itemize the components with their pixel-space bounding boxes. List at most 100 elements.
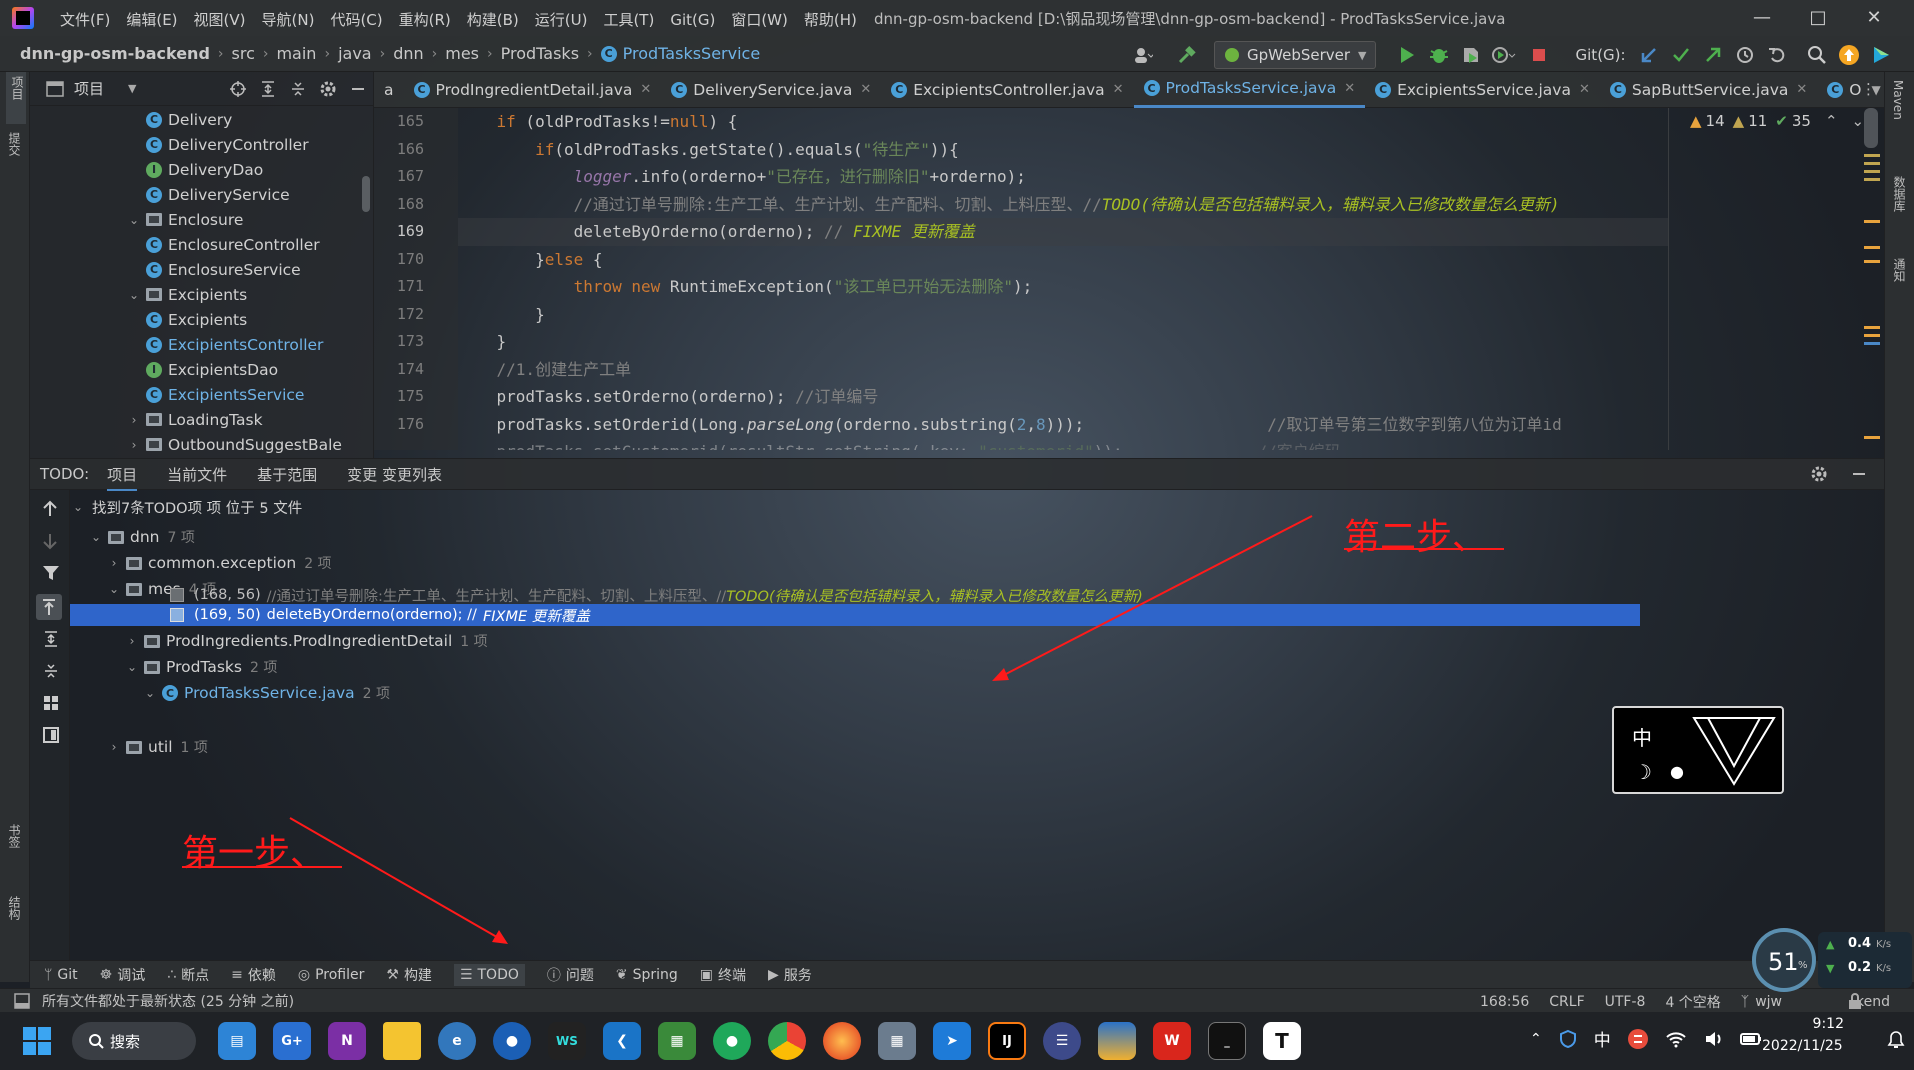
tool-window-终端[interactable]: ▣ 终端 <box>700 965 746 985</box>
tool-window-label: 断点 <box>181 967 210 984</box>
problems-icon: ⓘ <box>546 967 561 984</box>
chevron-up-icon[interactable]: ⌃ <box>1530 1031 1542 1047</box>
git-branch-name: wjw <box>1755 994 1782 1010</box>
network-speed-gauge[interactable]: 51 % ▲ 0.4 K/s ▼ 0.2 K/s <box>1752 928 1912 992</box>
intellij-taskbar-icon[interactable]: IJ <box>988 1022 1026 1060</box>
tool-window-label: 构建 <box>403 967 432 984</box>
cpu-gauge: 51 % <box>1752 928 1816 992</box>
volume-icon[interactable] <box>1703 1029 1723 1049</box>
tool-window-label: Git <box>57 966 78 983</box>
speed-box: ▲ 0.4 K/s ▼ 0.2 K/s <box>1818 932 1912 988</box>
file-explorer-icon[interactable] <box>383 1022 421 1060</box>
taskbar-clock[interactable]: 9:12 <box>1784 1016 1844 1032</box>
todo-list-icon: ☰ <box>459 966 473 983</box>
eclipse-icon[interactable]: ☰ <box>1043 1022 1081 1060</box>
tool-window-todo[interactable]: ☰ TODO <box>453 963 525 986</box>
taskbar-search-label: 搜索 <box>110 1032 141 1051</box>
wps-icon[interactable]: W <box>1153 1022 1191 1060</box>
tool-window-label: Profiler <box>315 966 365 983</box>
tool-window-label: 服务 <box>783 967 812 984</box>
services-icon: ▶ <box>768 966 779 983</box>
status-bar: 所有文件都处于最新状态 (25 分钟 之前) 168:56 CRLF UTF-8… <box>0 988 1914 1012</box>
ime-status-panel[interactable]: 中 ☽ ● <box>1612 706 1784 794</box>
tool-window-spring[interactable]: ❦ Spring <box>616 967 678 983</box>
moon-icon: ☽ <box>1634 760 1652 784</box>
tool-window-label: 问题 <box>565 967 594 984</box>
taskbar-search-box[interactable]: 搜索 <box>72 1022 196 1060</box>
battery-icon[interactable] <box>1739 1029 1763 1049</box>
file-encoding[interactable]: UTF-8 <box>1605 994 1646 1010</box>
windows-taskbar: 搜索 ▤ G+ N e ● WS ❮ ▦ ● ▦ ➤ IJ ☰ W _ T ⌃ … <box>0 1012 1914 1070</box>
tool-window-label: 依赖 <box>247 967 276 984</box>
tool-window-git[interactable]: ᛘ Git <box>44 967 78 983</box>
clock-time: 9:12 <box>1812 1016 1844 1032</box>
tool-window-构建[interactable]: ⚒ 构建 <box>386 965 432 985</box>
status-message: 所有文件都处于最新状态 (25 分钟 之前) <box>42 993 295 1010</box>
clock-date: 2022/11/25 <box>1762 1038 1843 1054</box>
status-toggle-icon[interactable] <box>14 992 30 1009</box>
ime-logo-icon <box>1692 717 1776 786</box>
sogou-icon[interactable] <box>1627 1028 1649 1050</box>
indent-setting[interactable]: 4 个空格 <box>1665 992 1720 1012</box>
terminal-icon: ▣ <box>699 966 714 983</box>
webstorm-icon[interactable]: WS <box>548 1022 586 1060</box>
vscode-icon[interactable]: ❮ <box>603 1022 641 1060</box>
ime-mode-label: 中 <box>1632 726 1652 750</box>
tool-window-label: Spring <box>632 966 678 983</box>
wifi-icon[interactable] <box>1665 1029 1687 1049</box>
download-speed: 0.2 <box>1848 960 1872 975</box>
feishu-icon[interactable]: ➤ <box>933 1022 971 1060</box>
tool-window-label: 调试 <box>117 967 146 984</box>
tool-window-bar: ᛘ Git ☸ 调试 ∴ 断点 ≡ 依赖 ◎ Profiler ⚒ 构建 ☰ TODO ⓘ 问题 ❦ Spring… <box>30 960 1884 988</box>
lock-icon[interactable] <box>1846 992 1864 1010</box>
sublime-icon[interactable] <box>1098 1022 1136 1060</box>
line-separator[interactable]: CRLF <box>1549 994 1584 1010</box>
tool-window-断点[interactable]: ∴ 断点 <box>167 965 209 985</box>
tool-window-问题[interactable]: ⓘ 问题 <box>547 965 594 985</box>
caret-position[interactable]: 168:56 <box>1480 994 1529 1010</box>
git-branch[interactable]: ᛉ wjw <box>1741 994 1782 1010</box>
tool-window-服务[interactable]: ▶ 服务 <box>768 965 812 985</box>
cpu-percent-sign: % <box>1798 960 1808 971</box>
terminal-icon[interactable]: _ <box>1208 1022 1246 1060</box>
debug-icon: ☸ <box>99 966 113 983</box>
tool-window-label: 终端 <box>718 967 747 984</box>
taskbar-apps: ▤ G+ N e ● WS ❮ ▦ ● ▦ ➤ IJ ☰ W _ T <box>218 1022 1318 1060</box>
git-icon: ᛘ <box>44 966 53 983</box>
upload-speed: 0.4 <box>1848 936 1872 951</box>
punctuation-icon: ● <box>1670 762 1684 781</box>
dependencies-icon: ≡ <box>231 966 243 983</box>
upload-unit: K/s <box>1876 939 1892 950</box>
branch-icon: ᛉ <box>1740 994 1750 1010</box>
tool-window-profiler[interactable]: ◎ Profiler <box>298 967 365 983</box>
upload-arrow-icon: ▲ <box>1826 938 1835 951</box>
system-tray: ⌃ 中 <box>1530 1026 1763 1051</box>
typora-icon[interactable]: T <box>1263 1022 1301 1060</box>
onenote-icon[interactable]: N <box>328 1022 366 1060</box>
spreadsheet-app-icon[interactable]: ▦ <box>658 1022 696 1060</box>
chrome-icon[interactable] <box>768 1022 806 1060</box>
windows-start-icon[interactable] <box>22 1026 52 1056</box>
tool-window-label: TODO <box>477 966 519 983</box>
ime-indicator[interactable]: 中 <box>1594 1026 1611 1051</box>
ie-browser-icon[interactable]: e <box>438 1022 476 1060</box>
profiler-icon: ◎ <box>297 966 311 983</box>
edge-browser-icon[interactable]: ● <box>493 1022 531 1060</box>
annotation-arrows <box>289 515 1313 944</box>
tool-window-依赖[interactable]: ≡ 依赖 <box>231 965 276 985</box>
shield-icon[interactable] <box>1558 1029 1578 1049</box>
wechat-icon[interactable]: ● <box>713 1022 751 1060</box>
tool-window-list: ᛘ Git ☸ 调试 ∴ 断点 ≡ 依赖 ◎ Profiler ⚒ 构建 ☰ TODO ⓘ 问题 ❦ Spring… <box>44 963 834 986</box>
calculator-icon[interactable]: ▦ <box>878 1022 916 1060</box>
spring-icon: ❦ <box>615 966 628 983</box>
qq-browser-icon[interactable]: G+ <box>273 1022 311 1060</box>
download-unit: K/s <box>1876 963 1892 974</box>
tool-window-调试[interactable]: ☸ 调试 <box>100 965 146 985</box>
status-widgets: 168:56 CRLF UTF-8 4 个空格 ᛉ wjw kend <box>1480 992 1890 1012</box>
firefox-icon[interactable] <box>823 1022 861 1060</box>
calendar-app-icon[interactable]: ▤ <box>218 1022 256 1060</box>
notification-bell-icon[interactable] <box>1886 1030 1906 1050</box>
cpu-percent: 51 <box>1768 948 1799 976</box>
search-icon <box>89 1034 104 1049</box>
download-arrow-icon: ▼ <box>1826 962 1835 975</box>
